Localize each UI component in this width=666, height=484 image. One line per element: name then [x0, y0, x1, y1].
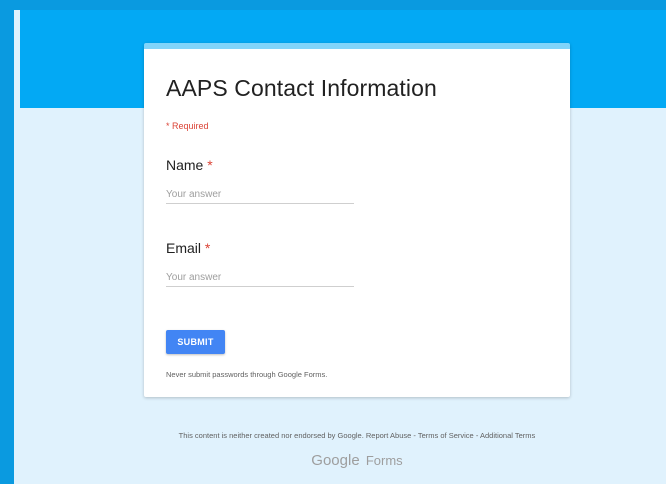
question-label: Email * [166, 240, 210, 256]
question-email-label: Email [166, 240, 202, 256]
form-card: AAPS Contact Information * Required Name… [144, 43, 570, 397]
footer-disclaimer: This content is neither created nor endo… [14, 431, 666, 440]
footer-separator: - [475, 431, 479, 440]
terms-of-service-link[interactable]: Terms of Service [418, 431, 474, 440]
name-input[interactable] [166, 185, 354, 204]
question-email: Email * [166, 240, 354, 287]
required-asterisk: * [207, 157, 213, 173]
submit-button[interactable]: SUBMIT [166, 330, 225, 354]
logo-google-word: Google [311, 452, 360, 469]
question-label: Name * [166, 157, 213, 173]
question-name-label: Name [166, 157, 204, 173]
footer-separator: - [413, 431, 416, 440]
browser-viewport: AAPS Contact Information * Required Name… [14, 10, 666, 484]
required-asterisk: * [204, 240, 211, 256]
question-name: Name * [166, 157, 354, 204]
disclaimer-text: This content is neither created nor endo… [178, 431, 364, 440]
password-warning: Never submit passwords through Google Fo… [166, 370, 328, 379]
additional-terms-link[interactable]: Additional Terms [480, 431, 535, 440]
form-title: AAPS Contact Information [166, 75, 437, 101]
logo-forms-word: Forms [365, 453, 403, 468]
google-forms-logo[interactable]: Google Forms [14, 452, 666, 469]
report-abuse-link[interactable]: Report Abuse [366, 431, 411, 440]
required-note: * Required [166, 121, 209, 131]
email-input[interactable] [166, 268, 354, 287]
